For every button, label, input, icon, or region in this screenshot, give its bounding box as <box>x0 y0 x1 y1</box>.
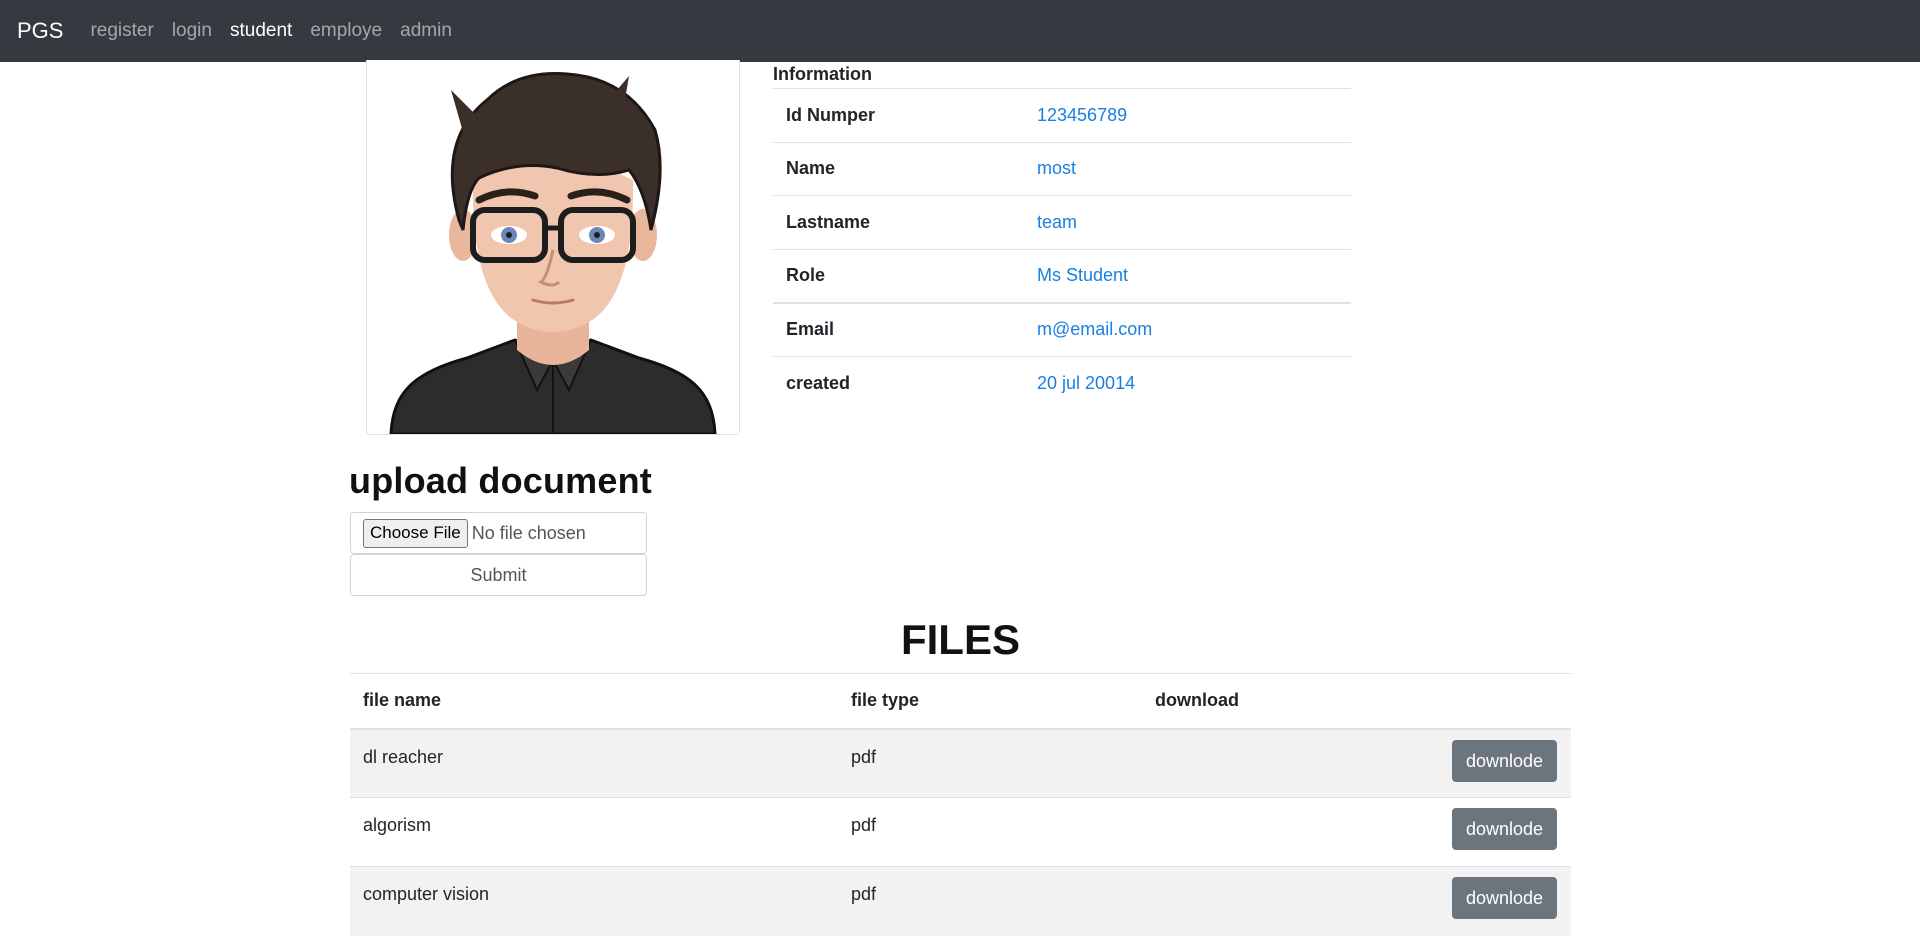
file-type-cell: pdf <box>838 866 1142 936</box>
info-value[interactable]: Ms Student <box>1037 248 1351 303</box>
nav-link-admin[interactable]: admin <box>400 20 452 42</box>
files-header-row: file name file type download <box>350 673 1571 730</box>
table-row: algorism pdf downlode <box>350 797 1571 867</box>
info-label: created <box>773 355 1037 410</box>
info-row-role: Role Ms Student <box>773 248 1351 303</box>
header-file-type: file type <box>838 673 1142 730</box>
avatar-image <box>389 72 717 434</box>
nav-link-student[interactable]: student <box>230 20 292 42</box>
info-value[interactable]: team <box>1037 195 1351 249</box>
info-label: Role <box>773 248 1037 303</box>
info-row-created: created 20 jul 20014 <box>773 355 1351 410</box>
info-row-id: Id Numper 123456789 <box>773 88 1351 142</box>
no-file-chosen-text: No file chosen <box>471 522 586 543</box>
info-label: Name <box>773 141 1037 196</box>
header-spacer <box>1411 673 1571 730</box>
file-name-cell: computer vision <box>350 866 838 936</box>
table-row: computer vision pdf downlode <box>350 866 1571 936</box>
download-cell: downlode <box>1411 866 1571 936</box>
info-row-lastname: Lastname team <box>773 195 1351 249</box>
nav-link-employe[interactable]: employe <box>310 20 382 42</box>
files-heading: FILES <box>900 616 1020 663</box>
download-cell: downlode <box>1411 797 1571 867</box>
download-button[interactable]: downlode <box>1451 877 1557 919</box>
empty-cell <box>1142 728 1411 798</box>
profile-avatar-card <box>366 60 740 435</box>
submit-button[interactable]: Submit <box>350 554 647 596</box>
file-input[interactable]: Choose File No file chosen <box>350 512 647 554</box>
upload-document-heading: upload document <box>349 460 652 501</box>
download-button[interactable]: downlode <box>1451 808 1557 850</box>
top-navbar: PGS register login student employe admin <box>0 0 1920 62</box>
info-row-email: Email m@email.com <box>773 301 1351 356</box>
info-value[interactable]: m@email.com <box>1037 301 1351 356</box>
nav-link-login[interactable]: login <box>172 20 212 42</box>
nav-link-register[interactable]: register <box>90 20 153 42</box>
info-value[interactable]: most <box>1037 141 1351 196</box>
header-download: download <box>1142 673 1411 730</box>
download-cell: downlode <box>1411 728 1571 798</box>
information-table: Id Numper 123456789 Name most Lastname t… <box>773 88 1351 410</box>
brand-logo[interactable]: PGS <box>17 18 63 44</box>
files-table: file name file type download dl reacher … <box>350 673 1571 936</box>
download-button[interactable]: downlode <box>1451 739 1557 782</box>
header-file-name: file name <box>350 673 838 730</box>
info-label: Lastname <box>773 195 1037 249</box>
file-name-cell: algorism <box>350 797 838 867</box>
info-label: Id Numper <box>773 88 1037 142</box>
info-value[interactable]: 123456789 <box>1037 88 1351 142</box>
empty-cell <box>1142 866 1411 936</box>
empty-cell <box>1142 797 1411 867</box>
file-type-cell: pdf <box>838 797 1142 867</box>
table-row: dl reacher pdf downlode <box>350 728 1571 798</box>
info-row-name: Name most <box>773 141 1351 196</box>
file-name-cell: dl reacher <box>350 728 838 798</box>
information-caption: Information <box>773 64 872 84</box>
info-label: Email <box>773 301 1037 356</box>
choose-file-button[interactable]: Choose File <box>363 518 468 548</box>
info-value[interactable]: 20 jul 20014 <box>1037 355 1351 410</box>
file-type-cell: pdf <box>838 728 1142 798</box>
